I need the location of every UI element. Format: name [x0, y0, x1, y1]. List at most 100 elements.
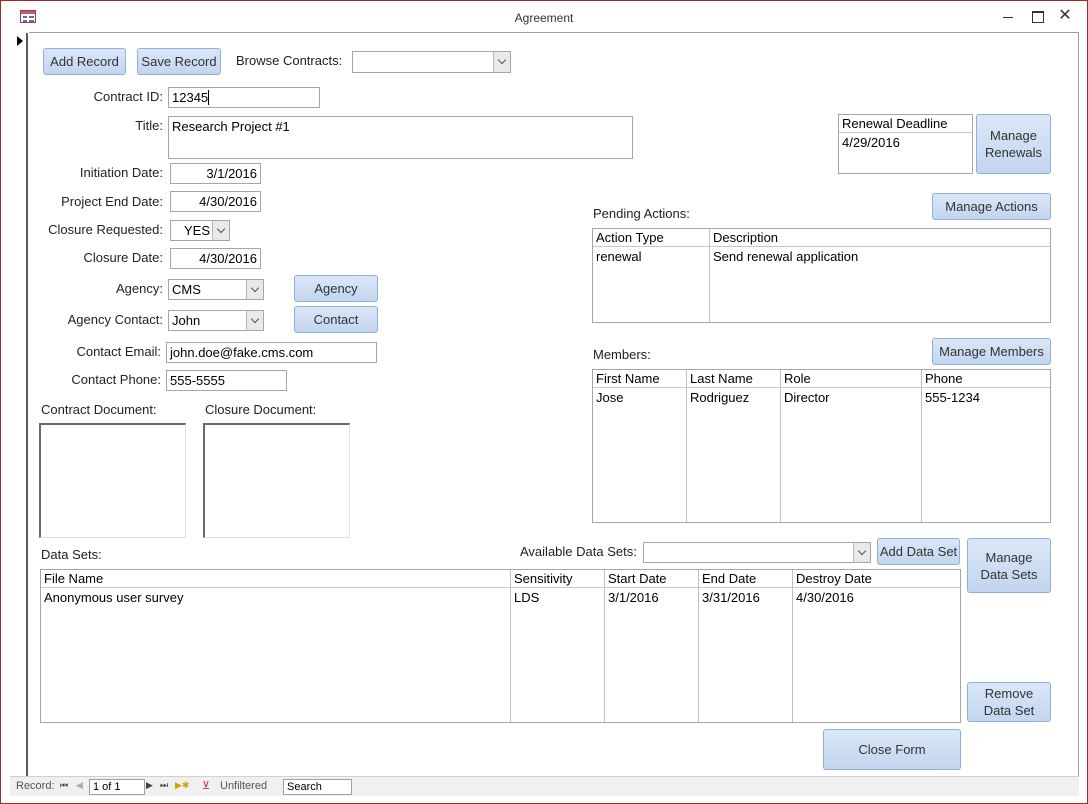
agency-label: Agency:	[116, 281, 163, 296]
column-header-destroy-date: Destroy Date	[796, 571, 872, 586]
agency-combo[interactable]: CMS	[168, 279, 264, 300]
manage-renewals-button[interactable]: Manage Renewals	[976, 114, 1051, 174]
search-box[interactable]: Search	[283, 779, 352, 795]
agency-contact-combo[interactable]: John	[168, 310, 264, 331]
data-sets-label: Data Sets:	[41, 547, 102, 562]
last-record-icon[interactable]: ⏭	[160, 780, 168, 791]
manage-data-sets-line2: Data Sets	[980, 566, 1038, 582]
project-end-date-label: Project End Date:	[61, 194, 163, 209]
chevron-down-icon[interactable]	[493, 52, 510, 72]
available-data-sets-label: Available Data Sets:	[520, 544, 637, 559]
save-record-button[interactable]: Save Record	[137, 48, 221, 75]
project-end-date-field[interactable]: 4/30/2016	[170, 191, 261, 212]
list-item-start-date[interactable]: 3/1/2016	[605, 590, 659, 605]
chevron-down-icon[interactable]	[246, 311, 263, 330]
close-window-button[interactable]: ✕	[1053, 6, 1077, 26]
contact-button[interactable]: Contact	[294, 306, 378, 333]
filter-status[interactable]: Unfiltered	[220, 780, 267, 792]
next-record-icon[interactable]: ▶	[146, 780, 153, 791]
renewal-deadline-list[interactable]: Renewal Deadline 4/29/2016	[838, 114, 973, 174]
closure-requested-value: YES	[183, 223, 210, 238]
column-header-file-name: File Name	[44, 571, 104, 586]
browse-contracts-combo[interactable]	[352, 51, 511, 73]
manage-renewals-line1: Manage	[990, 128, 1037, 143]
closure-requested-label: Closure Requested:	[48, 222, 163, 237]
manage-actions-button[interactable]: Manage Actions	[932, 193, 1051, 220]
contact-email-field[interactable]: john.doe@fake.cms.com	[166, 342, 377, 363]
closure-document-attachment[interactable]	[203, 423, 350, 538]
contact-phone-label: Contact Phone:	[71, 372, 161, 387]
available-data-sets-combo[interactable]	[643, 542, 871, 563]
column-header-last-name: Last Name	[690, 371, 753, 386]
new-record-icon[interactable]: ▶✱	[175, 780, 189, 791]
list-item-file-name[interactable]: Anonymous user survey	[41, 590, 183, 605]
contract-document-attachment[interactable]	[39, 423, 186, 538]
contract-id-label: Contract ID:	[93, 89, 163, 104]
agency-contact-value: John	[172, 313, 201, 328]
data-sets-list[interactable]: File Name Sensitivity Start Date End Dat…	[40, 569, 961, 723]
column-header-action-type: Action Type	[596, 230, 664, 245]
current-record-arrow-icon	[17, 36, 23, 46]
list-item-phone[interactable]: 555-1234	[922, 390, 980, 405]
manage-data-sets-line1: Manage	[985, 549, 1033, 565]
list-item-first-name[interactable]: Jose	[593, 390, 623, 405]
list-item-description[interactable]: Send renewal application	[710, 249, 858, 264]
chevron-down-icon[interactable]	[246, 280, 263, 299]
pending-actions-label: Pending Actions:	[593, 206, 690, 221]
remove-data-set-line2: Data Set	[983, 703, 1035, 718]
initiation-date-field[interactable]: 3/1/2016	[170, 163, 261, 184]
column-header-sensitivity: Sensitivity	[514, 571, 573, 586]
browse-contracts-label: Browse Contracts:	[236, 53, 343, 68]
current-record-field[interactable]: 1 of 1	[89, 779, 145, 795]
renewal-deadline-value[interactable]: 4/29/2016	[839, 135, 900, 150]
list-item-last-name[interactable]: Rodriguez	[687, 390, 749, 405]
agency-button[interactable]: Agency	[294, 275, 378, 302]
manage-renewals-line2: Renewals	[984, 145, 1043, 160]
column-header-role: Role	[784, 371, 811, 386]
column-header-first-name: First Name	[596, 371, 660, 386]
list-item-action-type[interactable]: renewal	[593, 249, 642, 264]
initiation-date-label: Initiation Date:	[79, 165, 163, 180]
add-data-set-button[interactable]: Add Data Set	[877, 538, 960, 565]
chevron-down-icon[interactable]	[853, 543, 870, 562]
add-record-button[interactable]: Add Record	[43, 48, 126, 75]
list-item-destroy-date[interactable]: 4/30/2016	[793, 590, 854, 605]
contract-id-field[interactable]: 12345	[168, 87, 320, 108]
contact-email-label: Contact Email:	[76, 344, 161, 359]
agreement-window: Agreement ✕ Add Record Save Record Brows…	[0, 0, 1088, 804]
form-border-top	[29, 32, 1079, 33]
previous-record-icon[interactable]: ◀	[76, 780, 83, 791]
text-cursor	[208, 90, 210, 106]
members-list[interactable]: First Name Last Name Role Phone Jose Rod…	[592, 369, 1051, 523]
first-record-icon[interactable]: ⏮	[60, 780, 68, 791]
column-header-phone: Phone	[925, 371, 963, 386]
contract-id-value: 12345	[172, 90, 209, 105]
column-header-description: Description	[713, 230, 779, 245]
contract-document-label: Contract Document:	[41, 402, 157, 417]
closure-date-field[interactable]: 4/30/2016	[170, 248, 261, 269]
filter-off-icon[interactable]: ⊻	[202, 779, 210, 792]
closure-date-label: Closure Date:	[83, 250, 163, 265]
pending-actions-list[interactable]: Action Type Description renewal Send ren…	[592, 228, 1051, 323]
title-bar: Agreement ✕	[1, 1, 1087, 33]
remove-data-set-button[interactable]: Remove Data Set	[967, 682, 1051, 722]
chevron-down-icon[interactable]	[212, 221, 229, 240]
maximize-button[interactable]	[1025, 6, 1049, 26]
manage-members-button[interactable]: Manage Members	[932, 338, 1051, 365]
list-item-sensitivity[interactable]: LDS	[511, 590, 539, 605]
closure-requested-combo[interactable]: YES	[170, 220, 230, 241]
agency-value: CMS	[172, 282, 201, 297]
list-item-role[interactable]: Director	[781, 390, 830, 405]
title-field[interactable]: Research Project #1	[168, 116, 633, 159]
list-item-end-date[interactable]: 3/31/2016	[699, 590, 760, 605]
minimize-button[interactable]	[996, 6, 1020, 26]
record-label: Record:	[16, 780, 55, 792]
manage-data-sets-button[interactable]: Manage Data Sets	[967, 538, 1051, 593]
contact-phone-field[interactable]: 555-5555	[166, 370, 287, 391]
form-border-right	[1078, 32, 1079, 776]
close-form-button[interactable]: Close Form	[823, 729, 961, 770]
members-label: Members:	[593, 347, 651, 362]
column-header-end-date: End Date	[702, 571, 757, 586]
remove-data-set-line1: Remove	[984, 686, 1034, 701]
record-selector[interactable]	[10, 33, 28, 776]
